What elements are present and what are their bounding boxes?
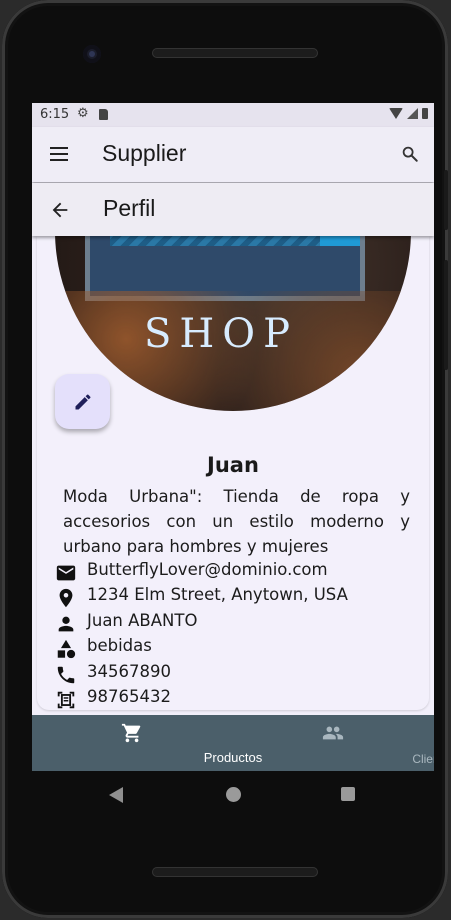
system-navigation-bar [32, 771, 434, 816]
email-icon [56, 565, 76, 581]
list-item: 98765432 [55, 686, 415, 710]
category-shapes-icon [57, 640, 76, 659]
list-item: 1234 Elm Street, Anytown, USA [55, 584, 415, 609]
battery-icon [422, 108, 428, 119]
system-back-icon[interactable] [109, 787, 123, 803]
document-scanner-icon [57, 691, 75, 709]
list-item: 34567890 [55, 661, 415, 686]
people-icon [322, 726, 344, 740]
address-text: 1234 Elm Street, Anytown, USA [87, 585, 348, 605]
app-screen: 6:15 ⚙ Supplier Perfil SHOP Juan Moda Ur… [32, 103, 434, 771]
app-title: Supplier [102, 140, 187, 166]
page-title: Perfil [103, 195, 156, 221]
phone-text: 34567890 [87, 661, 171, 681]
person-icon [58, 616, 74, 632]
front-camera [83, 45, 101, 63]
category-text: bebidas [87, 636, 152, 656]
nav-clientes-label: Clientes [412, 752, 434, 766]
list-item: Juan ABANTO [55, 610, 415, 635]
bottom-navigation: Productos Clientes [32, 715, 434, 771]
volume-button [444, 260, 448, 370]
profile-card: SHOP Juan Moda Urbana": Tienda de ropa y… [37, 236, 429, 710]
phone-icon [57, 666, 75, 683]
status-icons [389, 108, 428, 119]
owner-name-text: Juan ABANTO [87, 610, 198, 630]
app-bar: Supplier [32, 127, 434, 182]
photo-sign-text: SHOP [144, 311, 298, 357]
status-bar: 6:15 ⚙ [32, 103, 434, 127]
nav-clientes[interactable]: Clientes [233, 715, 434, 771]
list-item: bebidas [55, 635, 415, 660]
search-icon[interactable] [401, 145, 419, 163]
back-arrow-icon[interactable] [49, 199, 71, 221]
power-button [444, 170, 448, 230]
sd-card-icon [99, 109, 108, 120]
profile-description: Moda Urbana": Tienda de ropa y accesorio… [63, 487, 410, 556]
status-time: 6:15 [40, 107, 70, 122]
list-item: ButterflyLover@dominio.com [55, 559, 415, 584]
system-home-icon[interactable] [226, 787, 241, 802]
edit-pencil-icon [75, 394, 91, 410]
top-speaker [152, 48, 318, 58]
system-recents-icon[interactable] [341, 787, 355, 801]
signal-icon [407, 108, 418, 119]
document-number-text: 98765432 [87, 686, 171, 706]
profile-name: Juan [207, 453, 259, 477]
nav-productos[interactable]: Productos [32, 715, 262, 771]
cart-icon [121, 723, 141, 743]
location-pin-icon [59, 589, 73, 608]
hamburger-menu-icon[interactable] [50, 147, 68, 161]
bottom-speaker [152, 867, 318, 877]
profile-info-list: ButterflyLover@dominio.com 1234 Elm Stre… [55, 559, 415, 710]
wifi-icon [389, 108, 403, 119]
email-text: ButterflyLover@dominio.com [87, 560, 328, 579]
sub-header: Perfil [32, 183, 434, 236]
settings-gear-icon: ⚙ [77, 106, 89, 121]
edit-profile-button[interactable] [55, 374, 110, 429]
